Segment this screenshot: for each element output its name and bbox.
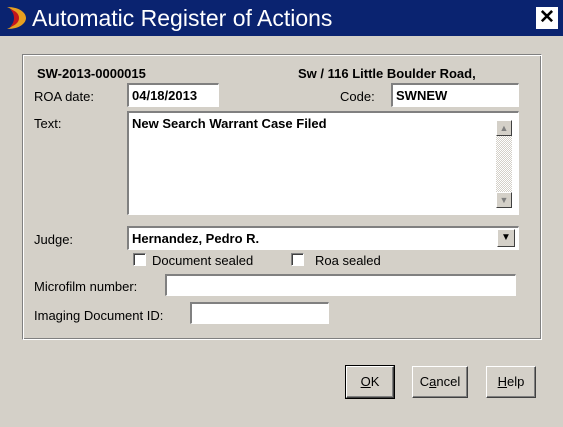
imaging-document-id-label: Imaging Document ID:	[34, 308, 164, 323]
roa-sealed-label: Roa sealed	[315, 253, 381, 268]
text-area[interactable]: New Search Warrant Case Filed	[127, 111, 519, 215]
case-number: SW-2013-0000015	[37, 66, 146, 81]
document-sealed-checkbox[interactable]	[133, 253, 146, 266]
judge-label: Judge:	[34, 232, 74, 247]
imaging-document-id-field[interactable]	[190, 302, 329, 324]
roa-sealed-checkbox[interactable]	[291, 253, 304, 266]
ok-button[interactable]: OK	[345, 365, 395, 399]
roa-date-label: ROA date:	[34, 89, 94, 104]
code-field[interactable]: SWNEW	[391, 83, 519, 107]
text-area-value: New Search Warrant Case Filed	[132, 116, 327, 131]
scroll-up-button[interactable]: ▲	[496, 120, 512, 136]
scroll-down-button[interactable]: ▼	[496, 192, 512, 208]
cancel-button[interactable]: Cancel	[412, 366, 468, 398]
chevron-down-icon: ▼	[501, 232, 511, 243]
ok-mnemonic: O	[360, 374, 371, 389]
app-logo-icon	[7, 7, 26, 29]
help-mnemonic: H	[497, 374, 508, 389]
text-label: Text:	[34, 116, 62, 131]
help-label-rest: elp	[507, 374, 525, 389]
roa-date-field[interactable]: 04/18/2013	[127, 83, 219, 107]
scroll-up-icon: ▲	[499, 123, 509, 133]
ok-label-rest: K	[370, 374, 380, 389]
cancel-label-pre: C	[419, 374, 430, 389]
close-icon: ✕	[539, 7, 555, 28]
scroll-down-icon: ▼	[499, 195, 509, 205]
cancel-label-rest: ncel	[436, 374, 461, 389]
judge-value: Hernandez, Pedro R.	[132, 231, 260, 246]
judge-dropdown[interactable]: Hernandez, Pedro R.	[127, 226, 519, 250]
title-bar[interactable]: Automatic Register of Actions ✕	[0, 0, 563, 36]
scrollbar-track[interactable]	[496, 136, 512, 192]
document-sealed-label: Document sealed	[152, 253, 254, 268]
code-label: Code:	[340, 89, 375, 104]
window-title: Automatic Register of Actions	[32, 5, 333, 31]
help-button[interactable]: Help	[486, 366, 536, 398]
judge-dropdown-button[interactable]: ▼	[497, 229, 515, 247]
microfilm-number-field[interactable]	[165, 274, 516, 296]
close-button[interactable]: ✕	[536, 7, 558, 29]
microfilm-label: Microfilm number:	[34, 279, 138, 294]
case-description: Sw / 116 Little Boulder Road,	[298, 66, 476, 81]
